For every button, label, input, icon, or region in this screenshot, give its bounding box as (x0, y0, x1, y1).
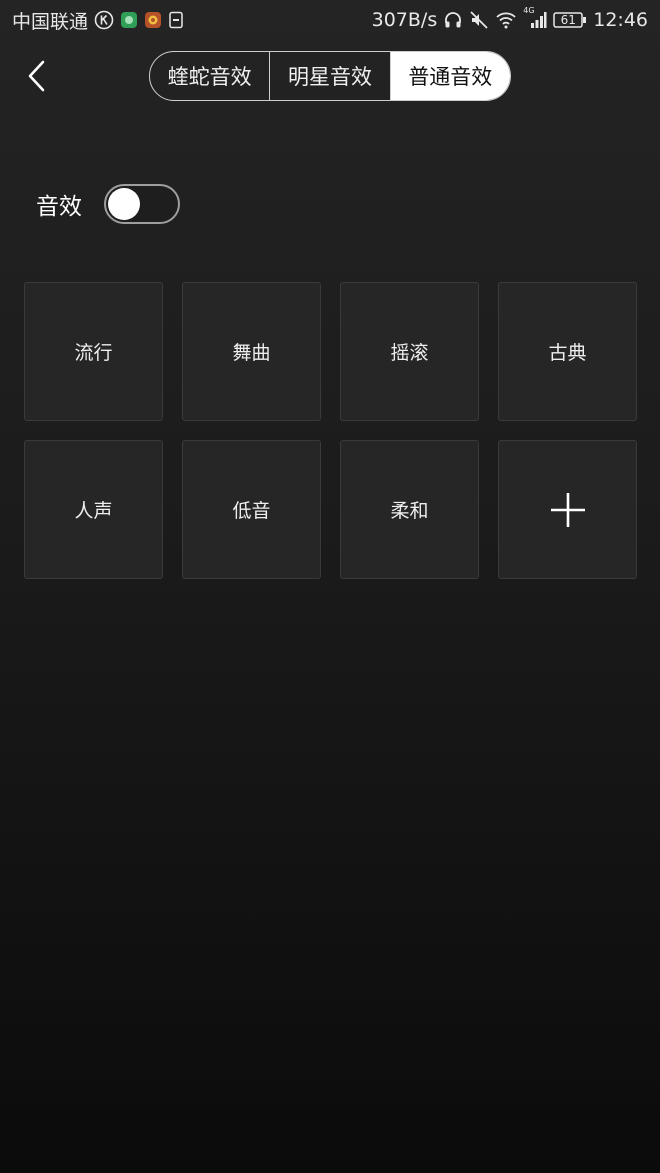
battery-icon: 61 (553, 11, 587, 29)
plus-icon (550, 492, 585, 527)
add-preset-button[interactable] (498, 440, 637, 579)
network-type-label: 4G (523, 6, 535, 15)
headphones-icon (443, 10, 463, 30)
k-circle-icon (94, 10, 114, 30)
signal-icon: 4G (523, 6, 547, 30)
battery-level: 61 (560, 13, 576, 27)
preset-dance[interactable]: 舞曲 (182, 282, 321, 421)
preset-bass[interactable]: 低音 (182, 440, 321, 579)
tab-star-effects[interactable]: 明星音效 (270, 52, 391, 100)
status-right: 307B/s 4G 61 12:46 (371, 6, 648, 31)
preset-soft[interactable]: 柔和 (340, 440, 479, 579)
preset-classical[interactable]: 古典 (498, 282, 637, 421)
orange-app-icon (144, 11, 162, 29)
tab-viper-effects[interactable]: 蝰蛇音效 (150, 52, 271, 100)
effect-toggle-switch[interactable] (104, 184, 180, 224)
net-speed: 307B/s (371, 9, 438, 31)
status-left: 中国联通 (12, 7, 184, 34)
preset-vocal[interactable]: 人声 (24, 440, 163, 579)
wifi-icon (495, 10, 517, 30)
chevron-left-icon (28, 60, 45, 92)
sim-icon (168, 11, 184, 29)
mute-icon (469, 10, 489, 30)
preset-pop[interactable]: 流行 (24, 282, 163, 421)
effect-toggle-row: 音效 (36, 184, 180, 224)
green-app-icon (120, 11, 138, 29)
preset-rock[interactable]: 摇滚 (340, 282, 479, 421)
tab-normal-effects[interactable]: 普通音效 (390, 52, 510, 100)
status-bar: 中国联通 307B/s 4G 61 12:46 (0, 0, 660, 40)
carrier-name: 中国联通 (12, 10, 89, 33)
clock: 12:46 (593, 9, 648, 31)
effect-toggle-label: 音效 (36, 194, 82, 220)
effect-type-tabs: 蝰蛇音效 明星音效 普通音效 (149, 51, 511, 101)
toggle-knob (108, 188, 140, 220)
preset-grid: 流行 舞曲 摇滚 古典 人声 低音 柔和 (24, 282, 637, 579)
back-button[interactable] (14, 54, 58, 98)
